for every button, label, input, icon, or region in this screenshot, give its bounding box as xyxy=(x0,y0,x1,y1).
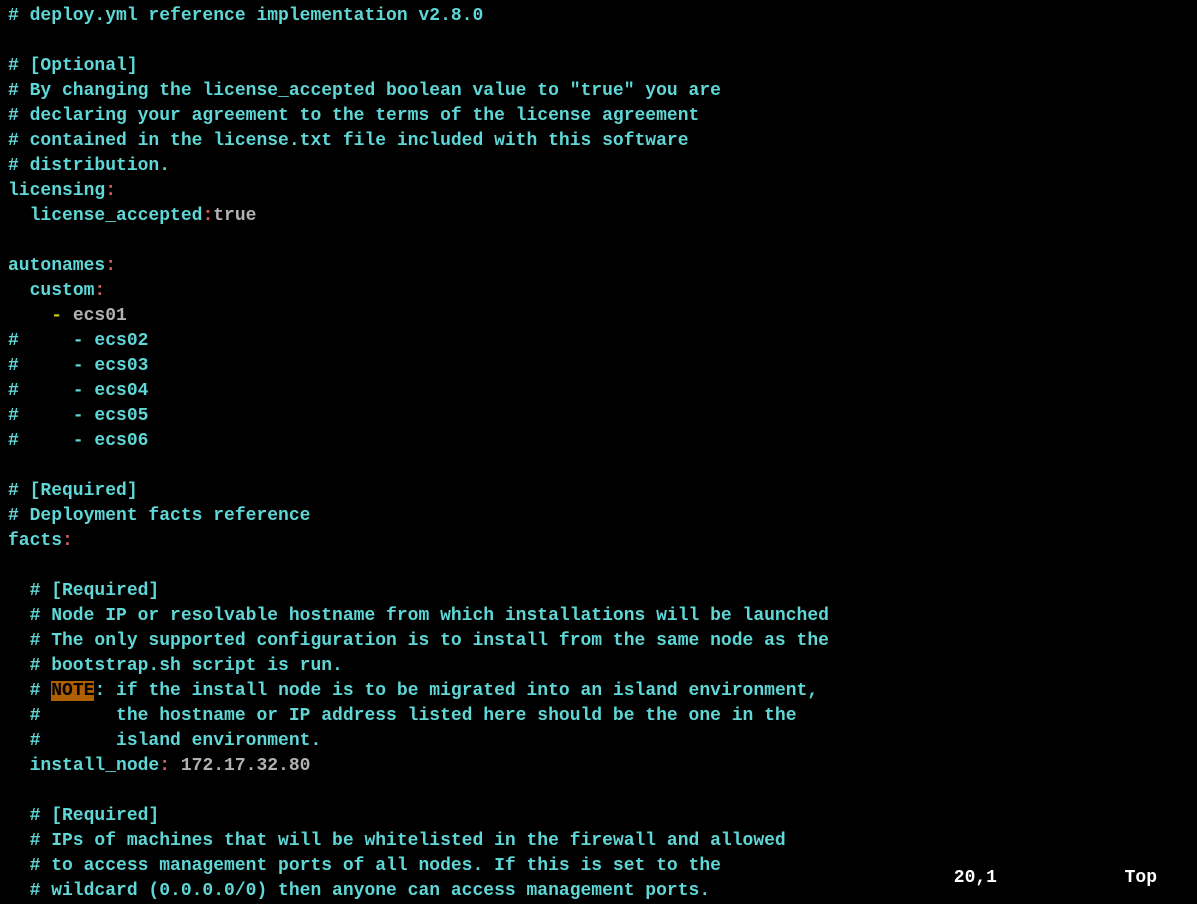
code-line[interactable]: # contained in the license.txt file incl… xyxy=(8,129,1189,154)
yaml-key: autonames xyxy=(8,256,105,276)
code-line[interactable] xyxy=(8,229,1189,254)
yaml-key: license_accepted xyxy=(30,206,203,226)
comment-text: # - ecs02 xyxy=(8,331,148,351)
code-line[interactable]: - ecs01 xyxy=(8,304,1189,329)
comment-text: # contained in the license.txt file incl… xyxy=(8,131,689,151)
comment-text: # bootstrap.sh script is run. xyxy=(8,656,343,676)
comment-text: # IPs of machines that will be whitelist… xyxy=(8,831,786,851)
comment-text: # - ecs03 xyxy=(8,356,148,376)
comment-text: # Node IP or resolvable hostname from wh… xyxy=(8,606,829,626)
yaml-value: ecs01 xyxy=(73,306,127,326)
comment-text: # The only supported configuration is to… xyxy=(8,631,829,651)
code-line[interactable]: # By changing the license_accepted boole… xyxy=(8,79,1189,104)
comment-text: # - ecs04 xyxy=(8,381,148,401)
code-line[interactable]: autonames: xyxy=(8,254,1189,279)
code-line[interactable]: # the hostname or IP address listed here… xyxy=(8,704,1189,729)
code-line[interactable]: # - ecs06 xyxy=(8,429,1189,454)
yaml-key: licensing xyxy=(8,181,105,201)
code-line[interactable]: # [Optional] xyxy=(8,54,1189,79)
yaml-colon: : xyxy=(105,181,116,201)
code-line[interactable]: # declaring your agreement to the terms … xyxy=(8,104,1189,129)
yaml-colon: : xyxy=(62,531,73,551)
code-line[interactable]: # [Required] xyxy=(8,804,1189,829)
code-line[interactable] xyxy=(8,454,1189,479)
code-line[interactable]: licensing: xyxy=(8,179,1189,204)
code-line[interactable]: # The only supported configuration is to… xyxy=(8,629,1189,654)
yaml-colon: : xyxy=(105,256,116,276)
comment-text: # distribution. xyxy=(8,156,170,176)
yaml-dash: - xyxy=(51,306,73,326)
code-line[interactable]: # Deployment facts reference xyxy=(8,504,1189,529)
code-line[interactable]: # - ecs05 xyxy=(8,404,1189,429)
code-line[interactable]: # - ecs04 xyxy=(8,379,1189,404)
yaml-value: true xyxy=(213,206,256,226)
code-line[interactable] xyxy=(8,554,1189,579)
comment-text: # - ecs05 xyxy=(8,406,148,426)
comment-text: # By changing the license_accepted boole… xyxy=(8,81,721,101)
code-line[interactable]: # island environment. xyxy=(8,729,1189,754)
code-line[interactable]: # Node IP or resolvable hostname from wh… xyxy=(8,604,1189,629)
code-line[interactable]: # IPs of machines that will be whitelist… xyxy=(8,829,1189,854)
comment-text: # [Required] xyxy=(8,806,159,826)
comment-text: # deploy.yml reference implementation v2… xyxy=(8,6,483,26)
code-line[interactable]: # distribution. xyxy=(8,154,1189,179)
code-line[interactable] xyxy=(8,779,1189,804)
scroll-percent: Top xyxy=(1125,866,1157,891)
vim-status-bar: 20,1 Top xyxy=(0,866,1197,891)
code-line[interactable]: license_accepted:true xyxy=(8,204,1189,229)
code-line[interactable]: # deploy.yml reference implementation v2… xyxy=(8,4,1189,29)
code-line[interactable]: install_node: 172.17.32.80 xyxy=(8,754,1189,779)
comment-text: # - ecs06 xyxy=(8,431,148,451)
code-line[interactable]: custom: xyxy=(8,279,1189,304)
comment-text: # [Required] xyxy=(8,581,159,601)
code-line[interactable]: # bootstrap.sh script is run. xyxy=(8,654,1189,679)
note-highlight: NOTE xyxy=(51,681,94,701)
comment-text: # Deployment facts reference xyxy=(8,506,310,526)
yaml-colon: : xyxy=(159,756,181,776)
vim-editor-content[interactable]: # deploy.yml reference implementation v2… xyxy=(8,4,1189,904)
code-line[interactable]: # NOTE: if the install node is to be mig… xyxy=(8,679,1189,704)
comment-text: # [Optional] xyxy=(8,56,138,76)
code-line[interactable]: # - ecs03 xyxy=(8,354,1189,379)
cursor-position: 20,1 xyxy=(954,866,997,891)
comment-text: : if the install node is to be migrated … xyxy=(94,681,818,701)
yaml-key: custom xyxy=(30,281,95,301)
yaml-key: install_node xyxy=(30,756,160,776)
comment-text: # island environment. xyxy=(8,731,321,751)
comment-text: # declaring your agreement to the terms … xyxy=(8,106,699,126)
code-line[interactable]: # [Required] xyxy=(8,579,1189,604)
code-line[interactable] xyxy=(8,29,1189,54)
comment-text: # [Required] xyxy=(8,481,138,501)
comment-text: # the hostname or IP address listed here… xyxy=(8,706,797,726)
yaml-key: facts xyxy=(8,531,62,551)
yaml-colon: : xyxy=(94,281,105,301)
yaml-colon: : xyxy=(202,206,213,226)
code-line[interactable]: # - ecs02 xyxy=(8,329,1189,354)
code-line[interactable]: facts: xyxy=(8,529,1189,554)
code-line[interactable]: # [Required] xyxy=(8,479,1189,504)
yaml-value: 172.17.32.80 xyxy=(181,756,311,776)
